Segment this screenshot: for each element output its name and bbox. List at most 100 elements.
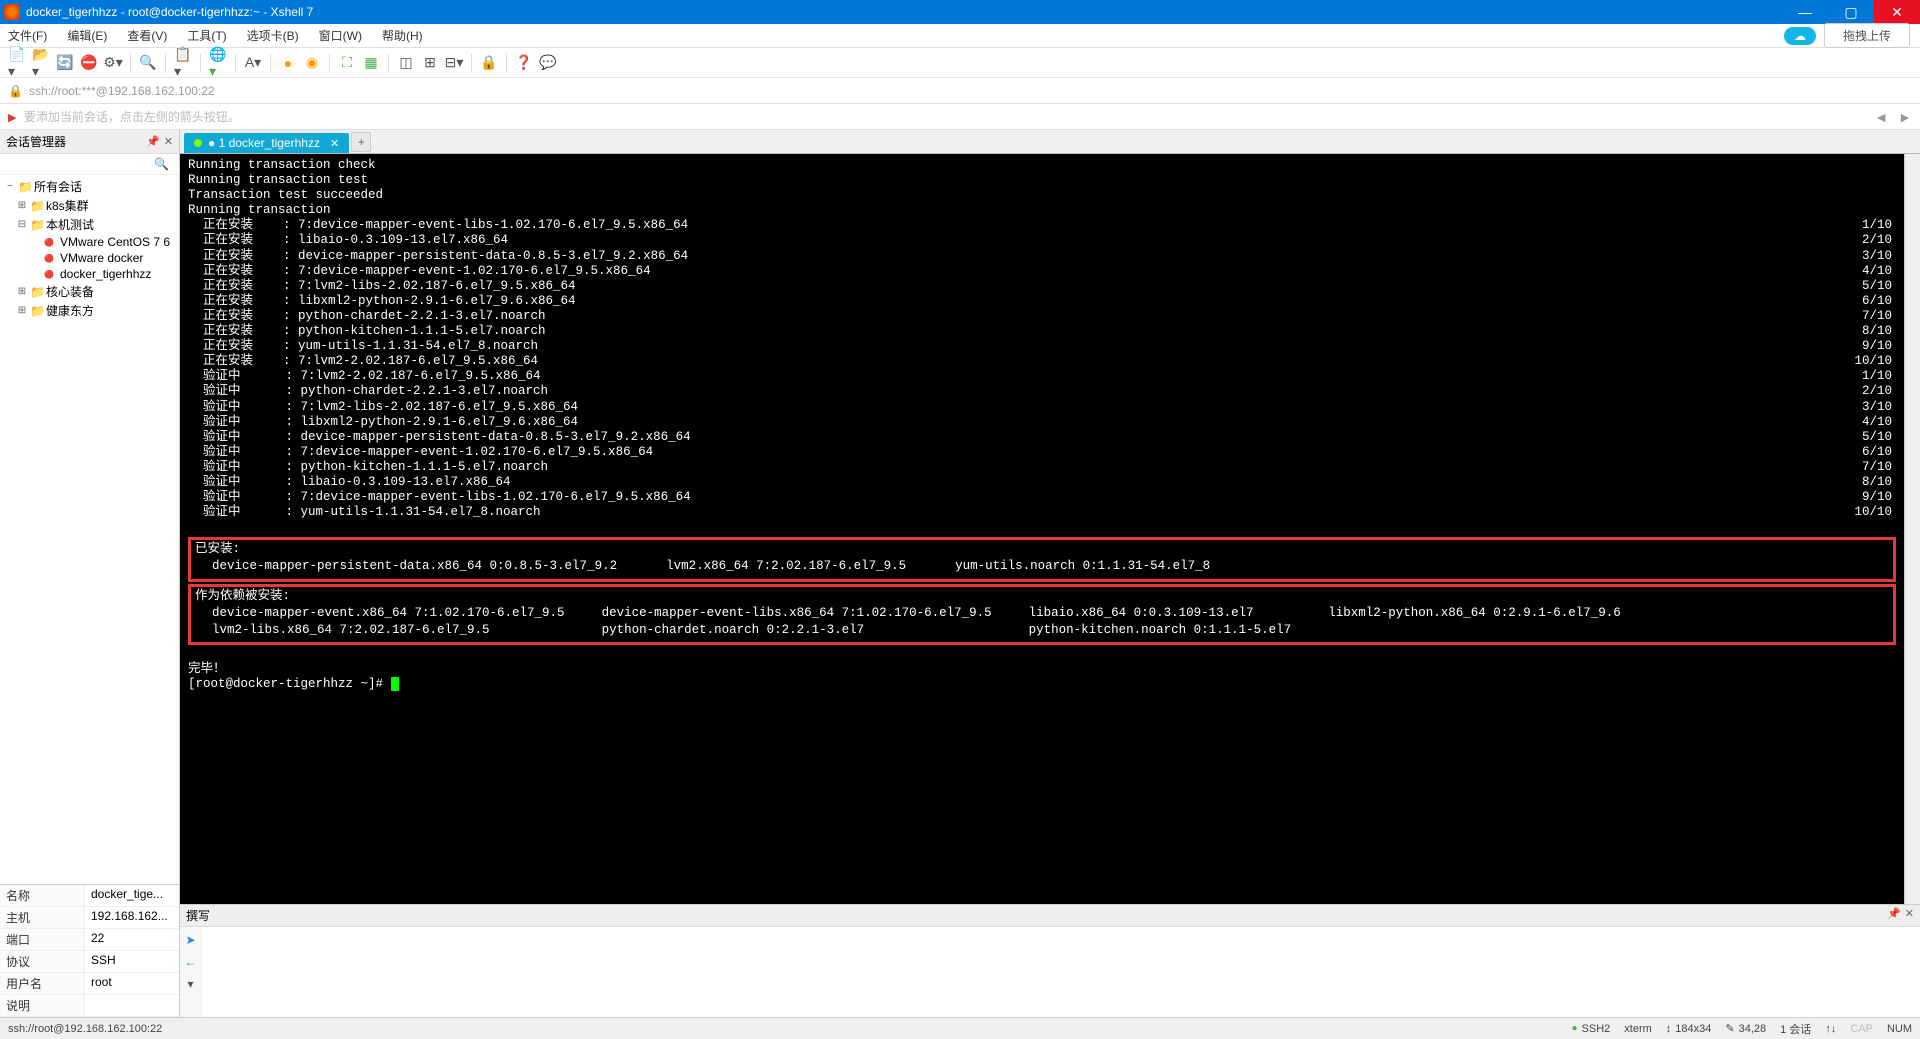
deps-highlight: 作为依赖被安装: device-mapper-event.x86_64 7:1.…	[188, 584, 1896, 645]
search-icon[interactable]: 🔍	[139, 54, 157, 72]
terminal-scrollbar[interactable]	[1904, 154, 1920, 904]
chat-icon[interactable]: 💬	[539, 54, 557, 72]
status-dot-icon	[194, 139, 202, 147]
address-bar[interactable]: 🔒 ssh://root:***@192.168.162.100:22	[0, 78, 1920, 104]
sync-icon: ↑↓	[1825, 1023, 1836, 1035]
tree-item[interactable]: 🔴VMware docker	[0, 250, 179, 266]
new-session-icon[interactable]: 📄▾	[8, 54, 26, 72]
stop-record-icon[interactable]: ◉	[303, 54, 321, 72]
tab-docker[interactable]: ● 1 docker_tigerhhzz ✕	[184, 133, 349, 153]
hint-bar: ▶ 要添加当前会话，点击左侧的箭头按钮。 ◄ ►	[0, 104, 1920, 130]
tree-item-label: 本机测试	[46, 216, 94, 233]
nav-prev-icon[interactable]: ◄	[1874, 109, 1888, 125]
folder-icon: 📁	[30, 199, 44, 213]
menu-view[interactable]: 查看(V)	[123, 25, 171, 46]
history-back-icon[interactable]: ←	[185, 955, 197, 969]
property-row: 用户名root	[0, 973, 179, 995]
sidebar: 会话管理器 📌 ✕ 🔍 − 📁 所有会话 ⊞📁k8s集群⊟📁本机测试🔴VMwar…	[0, 130, 180, 1017]
menu-tabs[interactable]: 选项卡(B)	[243, 25, 303, 46]
lock-icon: 🔒	[8, 84, 23, 98]
layout3-icon[interactable]: ⊟▾	[445, 54, 463, 72]
session-search-row: 🔍	[0, 154, 179, 175]
help-icon[interactable]: ❓	[515, 54, 533, 72]
session-tree[interactable]: − 📁 所有会话 ⊞📁k8s集群⊟📁本机测试🔴VMware CentOS 7 6…	[0, 175, 179, 884]
expand-icon[interactable]: ⊞	[16, 200, 28, 211]
font-icon[interactable]: A▾	[244, 54, 262, 72]
send-icon[interactable]: ➤	[185, 933, 195, 947]
expand-icon[interactable]: ⊞	[16, 286, 28, 297]
tree-item[interactable]: 🔴VMware CentOS 7 6	[0, 234, 179, 250]
connection-icon: 🔴	[44, 270, 58, 279]
tab-close-icon[interactable]: ✕	[330, 137, 339, 150]
fullscreen-icon[interactable]: ⛶	[338, 54, 356, 72]
separator	[471, 54, 472, 72]
compose-header: 撰写 📌 ✕	[180, 904, 1920, 927]
close-button[interactable]: ✕	[1874, 0, 1920, 24]
tab-add-button[interactable]: +	[351, 132, 371, 152]
status-num: NUM	[1887, 1023, 1912, 1035]
menu-window[interactable]: 窗口(W)	[315, 25, 366, 46]
maximize-button[interactable]: ▢	[1828, 0, 1874, 24]
collapse-icon[interactable]: ⊟	[16, 219, 28, 230]
status-connection: ssh://root@192.168.162.100:22	[8, 1023, 162, 1035]
minimize-button[interactable]: —	[1782, 0, 1828, 24]
menu-tools[interactable]: 工具(T)	[183, 25, 230, 46]
tree-root[interactable]: − 📁 所有会话	[0, 177, 179, 196]
cloud-sync-button[interactable]: ☁	[1784, 27, 1816, 45]
tree-item-label: 健康东方	[46, 302, 94, 319]
upload-button[interactable]: 拖拽上传	[1824, 23, 1910, 48]
globe-icon[interactable]: 🌐▾	[209, 54, 227, 72]
compose-input[interactable]	[202, 927, 1920, 1017]
window-title: docker_tigerhhzz - root@docker-tigerhhzz…	[26, 5, 313, 19]
tree-item-label: 核心装备	[46, 283, 94, 300]
nav-next-icon[interactable]: ►	[1898, 109, 1912, 125]
copy-icon[interactable]: 📋▾	[174, 54, 192, 72]
property-value: docker_tige...	[85, 885, 179, 906]
pin-icon[interactable]: 📌	[146, 135, 160, 148]
lock-icon[interactable]: 🔒	[480, 54, 498, 72]
hint-text: 要添加当前会话，点击左侧的箭头按钮。	[24, 110, 240, 124]
reconnect-icon[interactable]: 🔄	[56, 54, 74, 72]
status-size: 184x34	[1675, 1023, 1711, 1035]
search-icon[interactable]: 🔍	[154, 157, 175, 171]
flag-icon[interactable]: ▶	[8, 112, 16, 124]
menu-edit[interactable]: 编辑(E)	[63, 25, 111, 46]
panel-close-icon[interactable]: ✕	[164, 135, 173, 148]
terminal[interactable]: Running transaction checkRunning transac…	[180, 154, 1904, 904]
properties-icon[interactable]: ⚙▾	[104, 54, 122, 72]
record-icon[interactable]: ●	[279, 54, 297, 72]
tree-item[interactable]: 🔴docker_tigerhhzz	[0, 266, 179, 282]
dropdown-icon[interactable]: ▾	[187, 977, 193, 991]
tree-item[interactable]: ⊞📁健康东方	[0, 301, 179, 320]
menu-help[interactable]: 帮助(H)	[378, 25, 427, 46]
main-area: ● 1 docker_tigerhhzz ✕ + Running transac…	[180, 130, 1920, 1017]
property-row: 说明	[0, 995, 179, 1017]
toolbar: 📄▾ 📂▾ 🔄 ⛔ ⚙▾ 🔍 📋▾ 🌐▾ A▾ ● ◉ ⛶ ▦ ◫ ⊞ ⊟▾ 🔒…	[0, 48, 1920, 78]
tree-item[interactable]: ⊞📁k8s集群	[0, 196, 179, 215]
tile-icon[interactable]: ▦	[362, 54, 380, 72]
folder-icon: 📁	[30, 304, 44, 318]
layout2-icon[interactable]: ⊞	[421, 54, 439, 72]
session-panel-header: 会话管理器 📌 ✕	[0, 130, 179, 154]
menu-file[interactable]: 文件(F)	[4, 25, 51, 46]
layout1-icon[interactable]: ◫	[397, 54, 415, 72]
property-key: 协议	[0, 951, 85, 972]
property-value: 22	[85, 929, 179, 950]
compose-title: 撰写	[186, 907, 210, 924]
folder-icon: 📁	[18, 180, 32, 194]
separator	[506, 54, 507, 72]
collapse-icon[interactable]: −	[4, 181, 16, 192]
open-icon[interactable]: 📂▾	[32, 54, 50, 72]
panel-close-icon[interactable]: ✕	[1905, 907, 1914, 924]
folder-icon: 📁	[30, 285, 44, 299]
tree-item[interactable]: ⊟📁本机测试	[0, 215, 179, 234]
compose-body: ➤ ← ▾	[180, 927, 1920, 1017]
expand-icon[interactable]: ⊞	[16, 305, 28, 316]
status-sessions: 1 会话	[1780, 1021, 1811, 1037]
connection-icon: 🔴	[44, 238, 58, 247]
status-ssh: SSH2	[1582, 1023, 1611, 1035]
pin-icon[interactable]: 📌	[1887, 907, 1901, 924]
tree-item[interactable]: ⊞📁核心装备	[0, 282, 179, 301]
separator	[165, 54, 166, 72]
disconnect-icon[interactable]: ⛔	[80, 54, 98, 72]
